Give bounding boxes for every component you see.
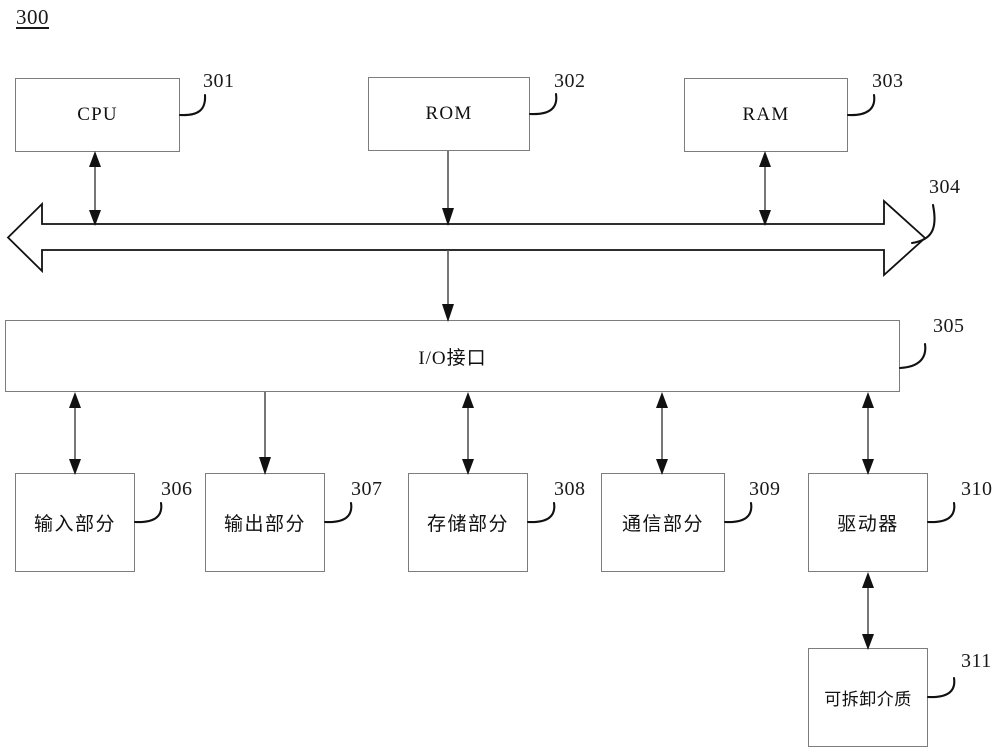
node-cpu-label: CPU [77,104,118,125]
leader-bus [910,203,936,245]
node-rom-label: ROM [425,103,473,124]
ref-label-rom: 302 [554,70,586,92]
node-removable-medium: 可拆卸介质 [808,648,928,747]
arrowhead-communication-up [656,392,668,408]
ref-label-bus: 304 [929,176,961,198]
leader-communication-part [723,501,753,524]
leader-ram [846,93,876,117]
arrowhead-ram-down [759,210,771,226]
ref-label-driver: 310 [961,478,993,500]
node-removable-medium-label: 可拆卸介质 [824,690,912,709]
node-io-interface-label: I/O接口 [418,347,487,369]
node-communication-part-label: 通信部分 [621,514,704,535]
arrowhead-cpu-up [89,151,101,167]
node-output-part: 输出部分 [205,473,325,572]
node-input-part-label: 输入部分 [33,514,116,535]
leader-cpu [178,93,207,117]
node-storage-part-label: 存储部分 [426,514,509,535]
system-bus [6,198,927,278]
arrowhead-driver-up [862,392,874,408]
figure-number: 300 [16,5,49,29]
node-rom: ROM [368,77,530,151]
arrowhead-ram-up [759,151,771,167]
arrowhead-removable-up [862,572,874,588]
node-driver: 驱动器 [808,473,928,572]
node-ram: RAM [684,78,848,152]
node-cpu: CPU [15,78,180,152]
node-communication-part: 通信部分 [601,473,725,572]
ref-label-ram: 303 [872,70,904,92]
ref-label-cpu: 301 [203,70,235,92]
ref-label-communication-part: 309 [749,478,781,500]
leader-io-interface [898,342,927,370]
ref-label-output-part: 307 [351,478,383,500]
ref-label-storage-part: 308 [554,478,586,500]
leader-driver [926,501,956,524]
node-io-interface: I/O接口 [5,320,900,392]
leader-removable-medium [926,676,956,699]
leader-input-part [133,501,163,524]
arrowhead-input-up [69,392,81,408]
leader-output-part [323,501,353,524]
node-output-part-label: 输出部分 [223,514,306,535]
leader-storage-part [526,501,556,524]
arrowhead-cpu-down [89,210,101,226]
node-storage-part: 存储部分 [408,473,528,572]
arrowhead-rom-down [442,208,454,226]
node-input-part: 输入部分 [15,473,135,572]
architecture-diagram: 300 CPU 301 ROM 302 RAM 303 304 I/O接口 30… [0,0,1000,754]
ref-label-removable-medium: 311 [961,650,992,672]
node-ram-label: RAM [742,104,790,125]
ref-label-io-interface: 305 [933,315,965,337]
node-driver-label: 驱动器 [837,514,899,535]
ref-label-input-part: 306 [161,478,193,500]
leader-rom [528,92,558,116]
arrowhead-storage-up [462,392,474,408]
